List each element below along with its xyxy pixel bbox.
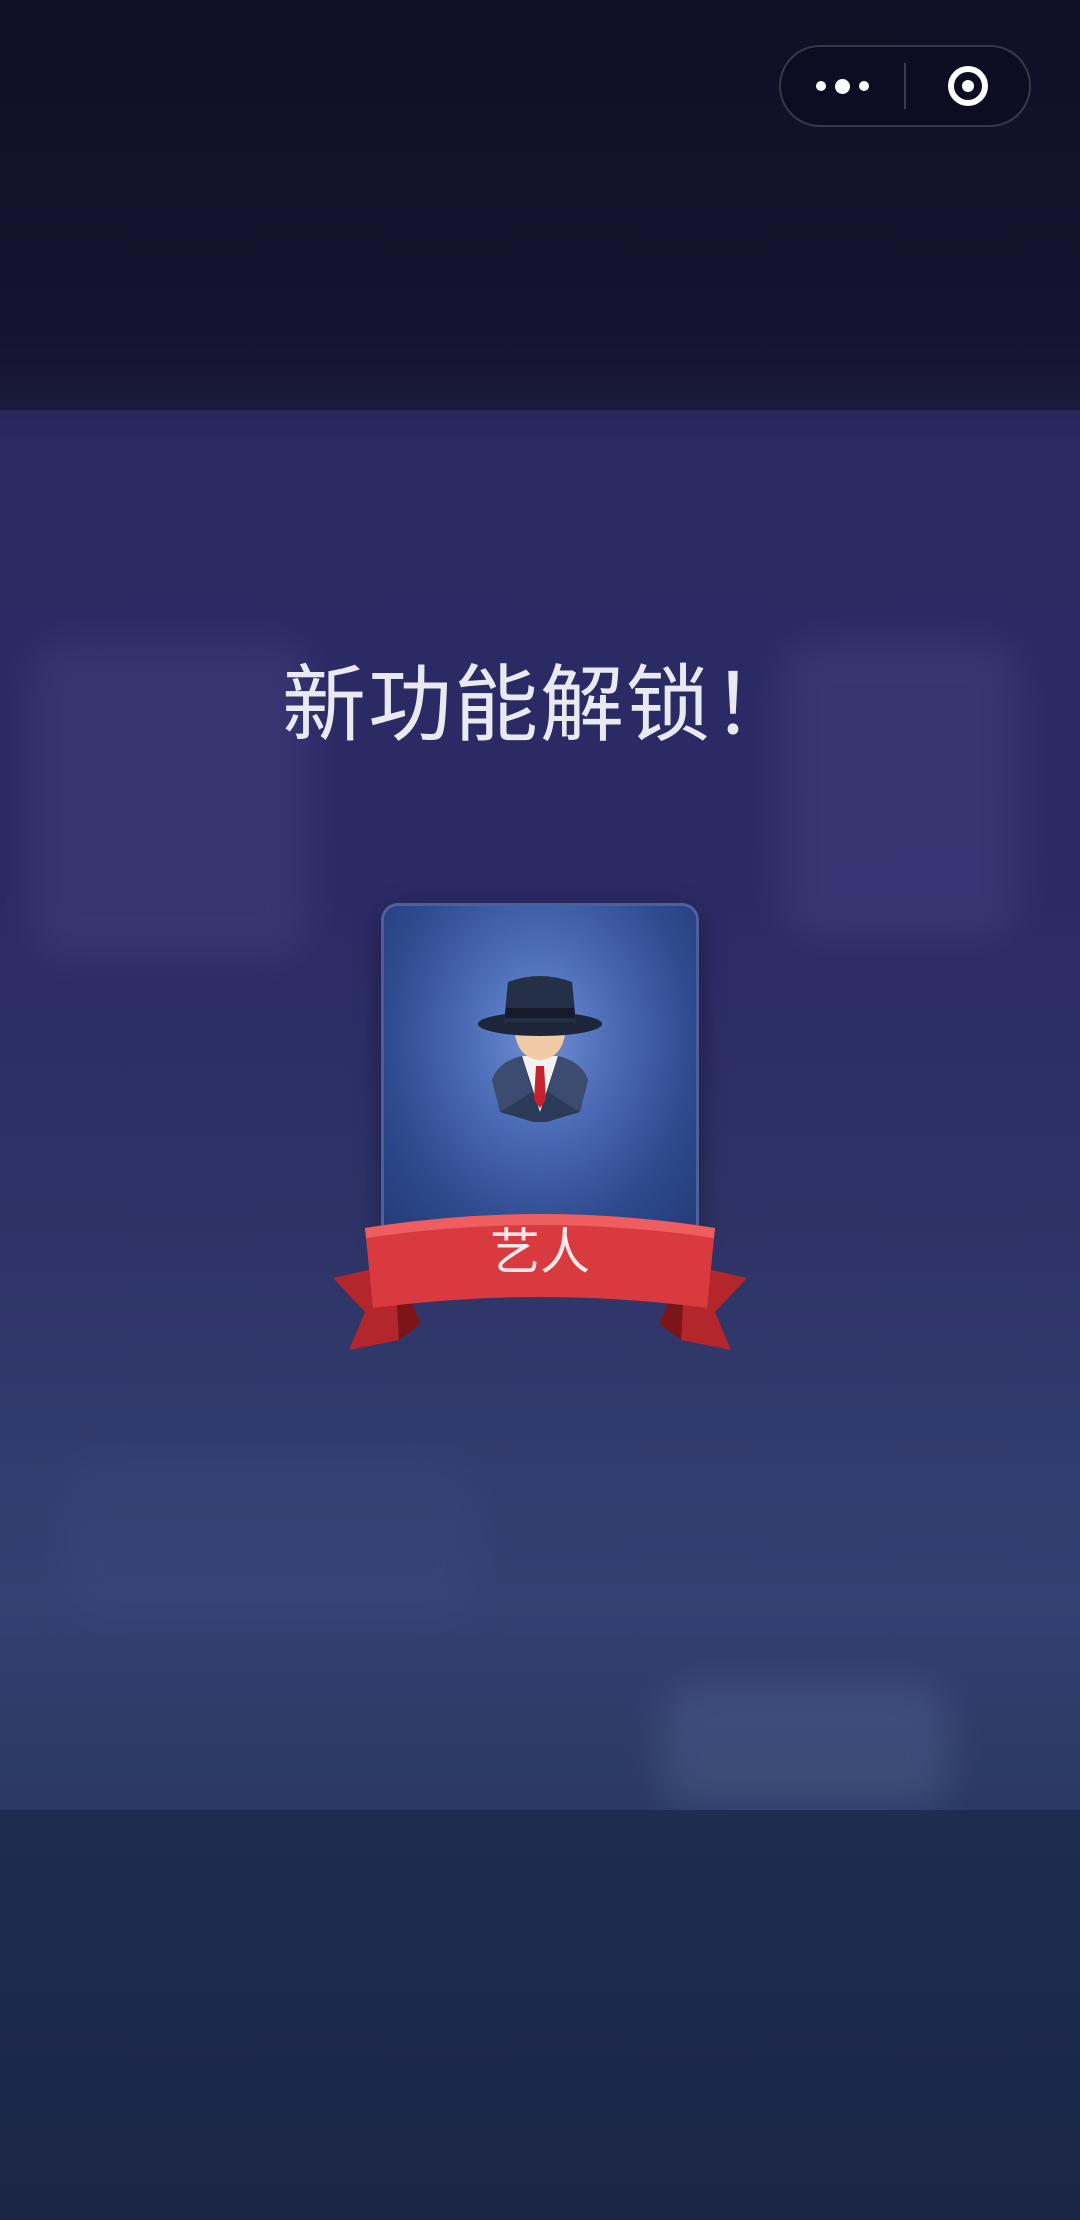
target-circle-icon xyxy=(947,66,988,106)
more-button[interactable] xyxy=(781,47,904,125)
capsule-menu xyxy=(779,45,1031,127)
background-blur-shape xyxy=(60,1460,480,1620)
more-dots-icon xyxy=(816,78,869,94)
background-blur-shape xyxy=(660,1680,950,1810)
role-label: 艺人 xyxy=(490,1223,590,1281)
detective-icon xyxy=(478,976,602,1122)
role-card[interactable] xyxy=(384,906,696,1236)
unlock-title: 新功能解锁！ xyxy=(281,656,798,754)
close-button[interactable] xyxy=(906,47,1029,125)
background-footer-blur xyxy=(0,1810,1080,2220)
unlock-popup-screen: 新功能解锁！ 艺人 xyxy=(0,0,1080,2220)
